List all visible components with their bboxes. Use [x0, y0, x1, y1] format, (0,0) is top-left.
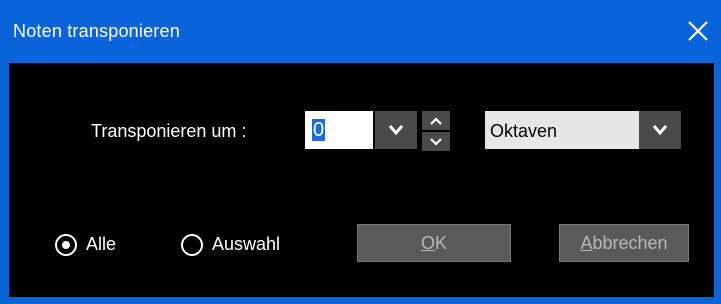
dialog-title: Noten transponieren: [13, 21, 180, 41]
spin-up-button[interactable]: [422, 111, 450, 130]
spin-down-button[interactable]: [422, 132, 450, 151]
title-bar[interactable]: Noten transponieren: [2, 2, 721, 62]
unit-select[interactable]: Oktaven: [485, 111, 639, 149]
transpose-dialog: Noten transponieren Transponieren um : 0: [0, 0, 721, 304]
radio-all-indicator: [55, 234, 77, 256]
ok-button-label: K: [435, 233, 448, 253]
radio-selected-dot: [62, 241, 70, 249]
close-icon: [688, 21, 708, 41]
ok-button-accelerator: O: [420, 233, 435, 253]
radio-all[interactable]: Alle: [55, 234, 145, 256]
cancel-button-label: bbrechen: [592, 233, 668, 253]
transpose-amount-value: 0: [312, 119, 326, 141]
chevron-down-icon: [430, 138, 442, 146]
transpose-amount-input[interactable]: 0: [305, 111, 373, 149]
close-button[interactable]: [685, 18, 711, 44]
transpose-by-label: Transponieren um :: [91, 121, 247, 141]
cancel-button[interactable]: Abbrechen: [559, 224, 689, 262]
amount-spinner: [422, 111, 450, 151]
radio-selection-indicator: [181, 234, 203, 256]
amount-dropdown-button[interactable]: [375, 111, 417, 149]
unit-select-value: Oktaven: [490, 121, 558, 141]
chevron-down-icon: [652, 125, 668, 136]
ok-button[interactable]: OK: [357, 224, 511, 262]
chevron-up-icon: [430, 117, 442, 125]
unit-dropdown-button[interactable]: [639, 111, 681, 149]
radio-all-label: Alle: [86, 234, 117, 254]
chevron-down-icon: [388, 125, 404, 136]
cancel-button-accelerator: A: [580, 233, 593, 253]
radio-selection-label: Auswahl: [212, 234, 281, 254]
dialog-body: Transponieren um : 0 Oktaven Alle Auswah…: [9, 63, 714, 297]
radio-selection[interactable]: Auswahl: [181, 234, 311, 256]
